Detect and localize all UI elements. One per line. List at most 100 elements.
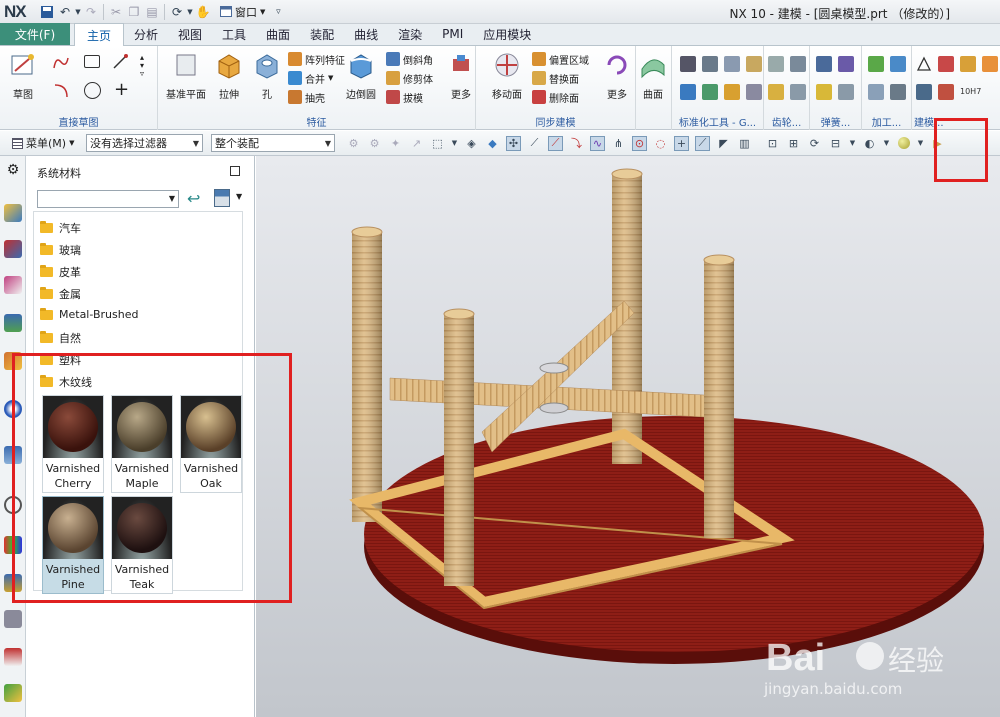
delete-face-button[interactable]: 删除面	[532, 88, 579, 106]
redo-icon[interactable]: ↷	[82, 3, 100, 21]
select-component-icon[interactable]: ⚙	[367, 136, 382, 151]
gear-icon[interactable]: ⚙	[4, 162, 22, 180]
fit-view-icon[interactable]: ⊡	[765, 136, 780, 151]
tool-ruler-icon[interactable]	[746, 56, 762, 72]
assembly-scope-select[interactable]: 整个装配 ▼	[211, 134, 335, 152]
tool-nut-icon[interactable]	[724, 84, 740, 100]
gear-bevel-icon[interactable]	[768, 84, 784, 100]
hole-button[interactable]: 孔	[252, 50, 282, 101]
select-body-icon[interactable]: ✦	[388, 136, 403, 151]
tool-pin-icon[interactable]	[746, 84, 762, 100]
folder-item[interactable]: 皮革	[40, 264, 81, 280]
edge-blend-button[interactable]: 边倒圆	[346, 50, 376, 101]
snap-quadrant-icon[interactable]: ◌	[653, 136, 668, 151]
sync-more-button[interactable]: 更多	[602, 50, 632, 101]
extrude-button[interactable]: 拉伸	[214, 50, 244, 101]
zoom-icon[interactable]: ⊞	[786, 136, 801, 151]
shell-button[interactable]: 抽壳	[288, 88, 325, 106]
select-dropdown-icon[interactable]: ▼	[451, 136, 458, 151]
edit-red-icon[interactable]	[938, 84, 954, 100]
snap-end-icon[interactable]: ⟋	[527, 136, 542, 151]
rectangle-icon[interactable]	[84, 55, 100, 68]
snap-bounded-icon[interactable]: ▥	[737, 136, 752, 151]
select-feature-icon[interactable]: ⚙	[346, 136, 361, 151]
point-icon[interactable]: +	[114, 81, 130, 99]
folder-item[interactable]: 自然	[40, 330, 81, 346]
select-box-icon[interactable]: ⬚	[430, 136, 445, 151]
material-library-select[interactable]: ▼	[37, 190, 179, 208]
window-menu[interactable]: 窗口 ▼	[216, 3, 269, 21]
tolerance-button[interactable]: 10H7	[960, 82, 981, 100]
surface-button[interactable]: 曲面	[638, 50, 668, 101]
chamfer-button[interactable]: 倒斜角	[386, 50, 433, 68]
render-dropdown-icon[interactable]: ▼	[883, 136, 890, 151]
snap-point-icon[interactable]: ✣	[506, 135, 521, 151]
snap-center-icon[interactable]: ⊙	[632, 135, 647, 151]
tab-surface[interactable]: 曲面	[256, 23, 300, 45]
datum-plane-button[interactable]: 基准平面	[166, 50, 206, 101]
pattern-feature-button[interactable]: 阵列特征	[288, 50, 345, 68]
save-icon[interactable]	[38, 3, 56, 21]
undo-dropdown-icon[interactable]: ▼	[74, 3, 82, 21]
tab-curve[interactable]: 曲线	[344, 23, 388, 45]
manufacturing-wizard-icon[interactable]	[4, 610, 22, 628]
gear-helical-icon[interactable]	[790, 56, 806, 72]
repeat-command-icon[interactable]: ⟳	[168, 3, 186, 21]
selection-filter-select[interactable]: 没有选择过滤器 ▼	[86, 134, 203, 152]
tab-analysis[interactable]: 分析	[124, 23, 168, 45]
touch-mode-icon[interactable]: ✋	[194, 3, 212, 21]
machining-table-icon[interactable]	[890, 56, 906, 72]
tab-assembly[interactable]: 装配	[300, 23, 344, 45]
render-style-icon[interactable]: ◐	[862, 136, 877, 151]
folder-item[interactable]: 金属	[40, 286, 81, 302]
orient-view-icon[interactable]: ⊟	[828, 136, 843, 151]
draft-button[interactable]: 拔模	[386, 88, 423, 106]
copy-icon[interactable]: ❐	[125, 3, 143, 21]
system-scene-icon[interactable]	[4, 684, 22, 702]
machining-tool-icon[interactable]	[890, 84, 906, 100]
select-solid-icon[interactable]: ◆	[485, 136, 500, 151]
cut-icon[interactable]: ✂	[107, 3, 125, 21]
part-navigator-icon[interactable]	[4, 276, 22, 294]
sketch-button[interactable]: 草图	[8, 50, 38, 101]
chevron-down-icon[interactable]: ▼	[236, 192, 242, 201]
snap-on-face-icon[interactable]: ◤	[716, 136, 731, 151]
orient-dropdown-icon[interactable]: ▼	[849, 136, 856, 151]
material-sphere-icon[interactable]	[896, 136, 911, 151]
sheet-red-icon[interactable]	[938, 56, 954, 72]
gear-worm-icon[interactable]	[790, 84, 806, 100]
sheet-orange-icon[interactable]	[982, 56, 998, 72]
tab-render[interactable]: 渲染	[388, 23, 432, 45]
circle-icon[interactable]	[84, 82, 101, 99]
snap-control-icon[interactable]: ⤵	[569, 136, 584, 151]
spring-edit-icon[interactable]	[838, 56, 854, 72]
move-face-button[interactable]: 移动面	[492, 50, 522, 101]
snap-existing-point-icon[interactable]: +	[674, 135, 689, 151]
snap-mid-icon[interactable]: ⟋	[548, 135, 563, 151]
more-sketch-icon[interactable]: ▴ ▾ ▿	[140, 54, 156, 78]
constraint-navigator-icon[interactable]	[4, 240, 22, 258]
select-face-icon[interactable]: ◈	[464, 136, 479, 151]
folder-item[interactable]: 汽车	[40, 220, 81, 236]
offset-region-button[interactable]: 偏置区域	[532, 50, 589, 68]
tool-grid-icon[interactable]	[680, 56, 696, 72]
trim-body-button[interactable]: 修剪体	[386, 69, 433, 87]
panel-maximize-button[interactable]	[230, 166, 240, 176]
triangle-icon[interactable]	[916, 56, 932, 72]
snap-on-curve-icon[interactable]: ⟋	[695, 135, 710, 151]
replace-face-button[interactable]: 替换面	[532, 69, 579, 87]
customize-quick-access-icon[interactable]: ▿	[269, 3, 287, 21]
check-icon[interactable]	[868, 56, 884, 72]
spring-coil-icon[interactable]	[816, 56, 832, 72]
tab-applications[interactable]: 应用模块	[473, 23, 541, 45]
table-icon[interactable]	[916, 84, 932, 100]
assembly-navigator-icon[interactable]	[4, 204, 22, 222]
gear-spur-icon[interactable]	[768, 56, 784, 72]
unite-button[interactable]: 合并 ▼	[288, 69, 333, 87]
repeat-dropdown-icon[interactable]: ▼	[186, 3, 194, 21]
material-dropdown-icon[interactable]: ▼	[917, 136, 924, 151]
rotate-icon[interactable]: ⟳	[807, 136, 822, 151]
spring-disk-icon[interactable]	[816, 84, 832, 100]
tool-bolt-icon[interactable]	[702, 84, 718, 100]
tool-layers-icon[interactable]	[724, 56, 740, 72]
